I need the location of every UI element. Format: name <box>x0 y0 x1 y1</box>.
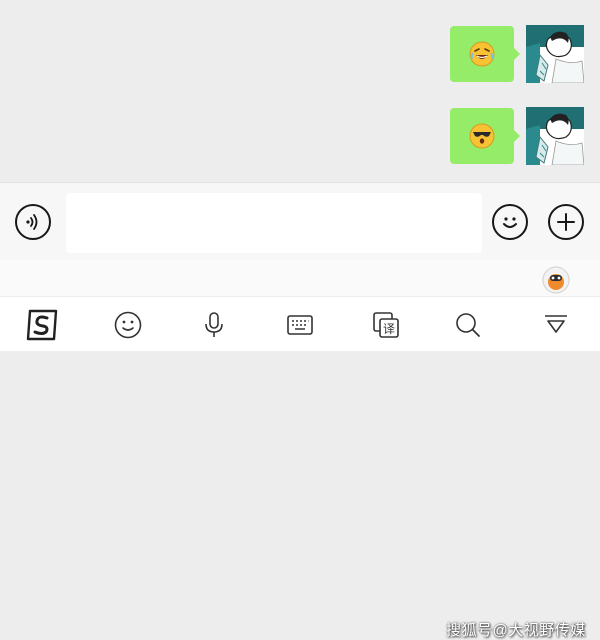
keyboard-icon[interactable] <box>284 309 316 341</box>
translate-glyph: 译 <box>383 322 395 336</box>
sogou-logo-icon[interactable] <box>26 309 58 341</box>
smiley-icon <box>503 217 517 228</box>
emoji-button[interactable] <box>492 204 528 240</box>
emoji-icon[interactable] <box>112 309 144 341</box>
microphone-icon[interactable] <box>198 309 230 341</box>
chat-area <box>0 0 600 182</box>
laughing-crying-emoji-icon <box>469 41 495 67</box>
translate-icon[interactable]: 译 <box>370 309 402 341</box>
sunglasses-emoji-icon <box>469 123 495 149</box>
message-bubble[interactable] <box>450 108 520 164</box>
message-row <box>450 25 584 83</box>
message-input-bar <box>0 182 600 261</box>
message-bubble[interactable] <box>450 26 520 82</box>
search-icon[interactable] <box>452 309 484 341</box>
ime-candidate-strip <box>0 260 600 296</box>
message-text-field[interactable] <box>66 193 482 253</box>
message-row <box>450 107 584 165</box>
ime-mascot-icon[interactable] <box>541 265 571 300</box>
collapse-keyboard-icon[interactable] <box>540 309 572 341</box>
voice-icon <box>26 214 38 230</box>
watermark-text: 搜狐号@大视野传媒 <box>446 622 586 639</box>
voice-button[interactable] <box>15 204 51 240</box>
more-button[interactable] <box>548 204 584 240</box>
plus-icon <box>557 213 575 231</box>
avatar[interactable] <box>526 107 584 165</box>
avatar[interactable] <box>526 25 584 83</box>
keyboard-toolbar: 译 搜狐号@大视野传媒 <box>0 296 600 639</box>
